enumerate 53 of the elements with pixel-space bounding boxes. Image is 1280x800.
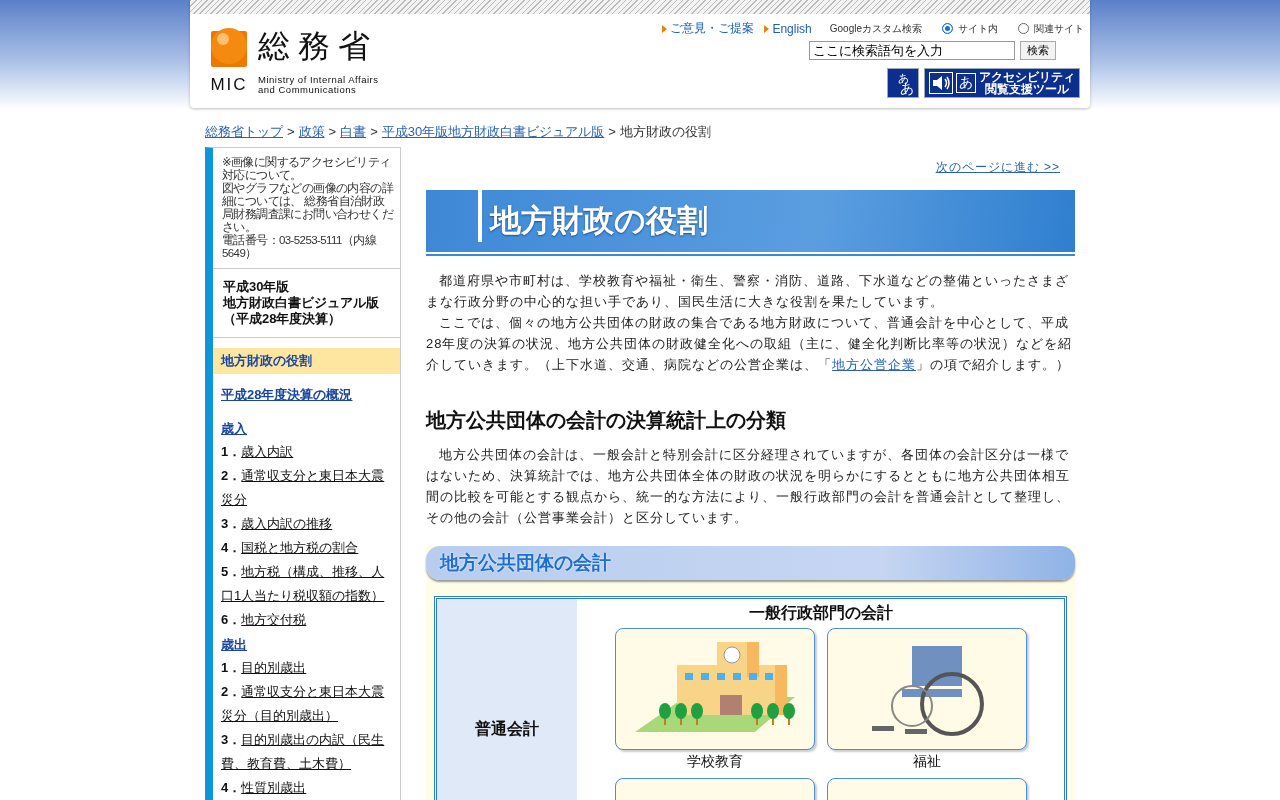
sidebar-nav-link[interactable]: 平成28年度決算の概況 xyxy=(213,382,400,408)
sidebar-item-link[interactable]: 4．性質別歳出 xyxy=(213,776,400,800)
breadcrumb-link[interactable]: 平成30年版地方財政白書ビジュアル版 xyxy=(381,124,605,139)
sidebar-item-link[interactable]: 1．目的別歳出 xyxy=(213,656,400,680)
sidebar-item-link[interactable]: 5．地方税（構成、推移、人口1人当たり税収額の指数） xyxy=(213,560,400,608)
sidebar-item-link[interactable]: 4．国税と地方税の割合 xyxy=(213,536,400,560)
breadcrumb-link[interactable]: 政策 xyxy=(298,124,325,139)
sidebar-item-link[interactable]: 3．目的別歳出の内訳（民生費、教育費、土木費） xyxy=(213,728,400,776)
search-label: カスタム検索 xyxy=(862,21,922,36)
sidebar-item-link[interactable]: 2．通常収支分と東日本大震災分（目的別歳出） xyxy=(213,680,400,728)
search-scope-radio[interactable]: サイト内 xyxy=(942,21,998,36)
card-caption: 学校教育 xyxy=(686,753,743,771)
breadcrumb-link[interactable]: 白書 xyxy=(340,124,367,139)
logo-abbreviation: MIC xyxy=(210,75,248,95)
search-scope-radio[interactable]: 関連サイト xyxy=(1018,21,1084,36)
accessibility-note: ※画像に関するアクセシビリティ対応について。 xyxy=(222,156,392,182)
breadcrumb-separator: > xyxy=(370,124,378,139)
sidebar-nav-link[interactable]: 地方財政の役割 xyxy=(213,348,400,374)
sidebar-item-link[interactable]: 1．歳入内訳 xyxy=(213,440,400,464)
sidebar-title: 平成30年版 地方財政白書ビジュアル版 （平成28年度決算） xyxy=(213,269,400,338)
intro-paragraph: ここでは、個々の地方公共団体の財政の集合である地方財政について、普通会計を中心として、平成28年度の決算の状況、地方公共団体の財政健全化への取組（主に、健全化判断比率等の状況）などを紹介していきます。（上下水道、交通、病院などの公営企業は、「地方公営企業」の項で紹介します。） xyxy=(426,314,1074,374)
breadcrumb-separator: > xyxy=(608,124,616,139)
accessibility-note: 図やグラフなどの画像の内容の詳細については、 総務省自治財政局財務調査課にお問い合わせください。 xyxy=(222,182,394,234)
breadcrumb-current: 地方財政の役割 xyxy=(619,124,711,139)
sidebar-item-link[interactable]: 3．歳入内訳の推移 xyxy=(213,512,400,536)
breadcrumb-separator: > xyxy=(328,124,337,139)
furigana-button[interactable]: あ あ xyxy=(887,68,919,98)
breadcrumb-link[interactable]: 総務省トップ xyxy=(205,124,283,139)
breadcrumb-separator: > xyxy=(287,124,295,139)
search-button[interactable]: 検索 xyxy=(1020,41,1056,60)
sidebar-section-link[interactable]: 歳入 xyxy=(213,416,400,440)
card-caption: 福祉 xyxy=(912,753,941,771)
body-paragraph: 地方公共団体の会計は、一般会計と特別会計に区分経理されていますが、各団体の会計区分は一様ではないため、決算統計では、地方公共団体全体の財政の状況を明らかにするとともに地方公共団体相互間の比較を可能とする観点から、統一的な方法により、一般行政部門の会計を普通会計として整理し、その他の会計（公営事業会計）と区分しています。 xyxy=(426,446,1071,527)
sidebar-item-link[interactable]: 6．地方交付税 xyxy=(213,608,400,632)
sidebar-item-link[interactable]: 2．通常収支分と東日本大震災分 xyxy=(213,464,400,512)
page-title-banner: 地方財政の役割 xyxy=(426,190,1075,254)
inline-link[interactable]: 地方公営企業 xyxy=(832,357,916,372)
next-page-link[interactable]: 次のページに進む >> xyxy=(935,159,1060,176)
speaker-icon xyxy=(929,72,953,94)
search-field[interactable]: ここに検索語句を入力 xyxy=(809,41,1015,60)
header-link[interactable]: ご意見・ご提案 xyxy=(662,20,755,37)
accessibility-note: 電話番号：03-5253-5111（内線5649） xyxy=(222,234,378,260)
header-link[interactable]: English xyxy=(764,21,812,36)
logo-title: 総務省 xyxy=(258,26,379,67)
group-title: 一般行政部門の会計 xyxy=(748,603,893,623)
google-image-alt-text: Google xyxy=(829,23,862,34)
row-label: 普通会計 xyxy=(437,599,577,800)
section-heading: 地方公共団体の会計の決算統計上の分類 xyxy=(426,408,787,433)
sidebar-section-link[interactable]: 歳出 xyxy=(213,632,400,656)
logo-english-name: Ministry of Internal Affairs and Communications xyxy=(258,75,379,95)
figure-banner: 地方公共団体の会計 xyxy=(426,546,1075,580)
logo-mark-icon xyxy=(210,27,248,67)
intro-paragraph: 都道府県や市町村は、学校教育や福祉・衛生、警察・消防、道路、下水道などの整備といったさまざまな行政分野の中心的な担い手であり、国民生活に大きな役割を果たしています。 xyxy=(426,272,1070,311)
